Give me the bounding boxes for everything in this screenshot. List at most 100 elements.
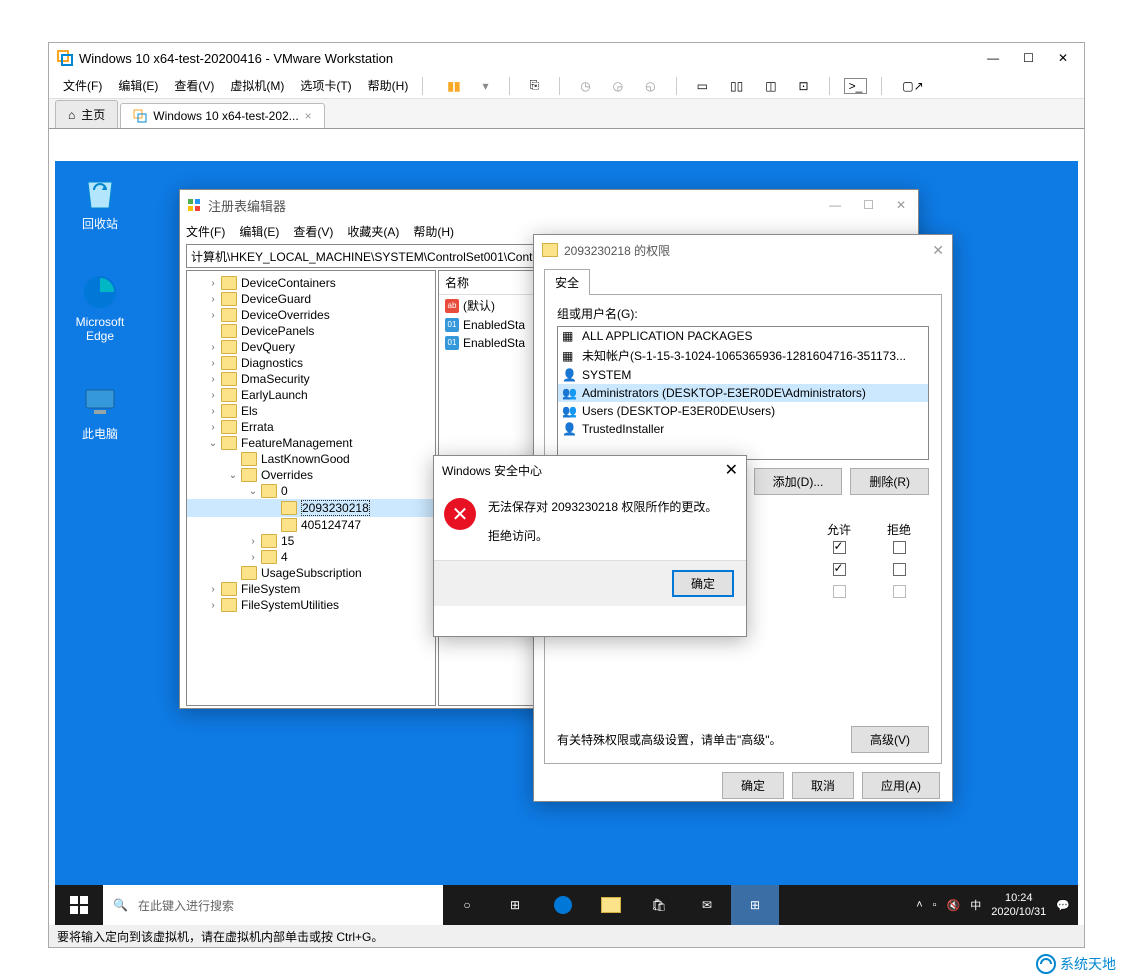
tree-node[interactable]: Errata: [241, 420, 274, 434]
tray-expand-icon[interactable]: ˄: [916, 899, 922, 911]
tree-node[interactable]: UsageSubscription: [261, 566, 362, 580]
task-regedit-icon[interactable]: ⊞: [731, 885, 779, 925]
regedit-menu-file[interactable]: 文件(F): [186, 223, 225, 240]
send-icon[interactable]: ⎘: [524, 76, 546, 95]
layout3-icon[interactable]: ◫: [759, 77, 782, 95]
vmware-titlebar: Windows 10 x64-test-20200416 - VMware Wo…: [49, 43, 1084, 73]
fullscreen-icon[interactable]: ▢↗: [896, 77, 929, 95]
taskbar: 🔍 在此键入进行搜索 ○ ⊞ 🛍 ✉ ⊞ ˄ ▫ 🔇 中 10:24 2020/…: [55, 885, 1078, 925]
vmware-status-text: 要将输入定向到该虚拟机，请在虚拟机内部单击或按 Ctrl+G。: [57, 928, 383, 945]
tree-node[interactable]: DeviceContainers: [241, 276, 336, 290]
tree-node-selected[interactable]: 2093230218: [301, 500, 370, 516]
revert-icon[interactable]: ◵: [639, 77, 661, 95]
dropdown-icon[interactable]: ▾: [477, 77, 495, 95]
task-mail-icon[interactable]: ✉: [683, 885, 731, 925]
tab-home[interactable]: ⌂ 主页: [55, 100, 118, 128]
tray-volume-icon[interactable]: 🔇: [947, 899, 961, 912]
tray-ime[interactable]: 中: [970, 897, 981, 913]
snapshot-icon[interactable]: ◷: [574, 77, 596, 95]
pause-icon[interactable]: ▮▮: [441, 77, 466, 95]
snapshot-mgr-icon[interactable]: ◶: [607, 77, 629, 95]
maximize-icon[interactable]: ☐: [1023, 51, 1034, 65]
tree-node[interactable]: FeatureManagement: [241, 436, 352, 450]
deny-checkbox[interactable]: [893, 563, 906, 576]
perm-group-item[interactable]: SYSTEM: [582, 368, 631, 382]
tree-node[interactable]: 405124747: [301, 518, 361, 532]
add-button[interactable]: 添加(D)...: [754, 468, 843, 495]
start-button[interactable]: [55, 885, 103, 925]
menu-view[interactable]: 查看(V): [168, 75, 220, 96]
tree-node[interactable]: DevicePanels: [241, 324, 314, 338]
allow-checkbox[interactable]: [833, 563, 846, 576]
menu-file[interactable]: 文件(F): [57, 75, 108, 96]
desktop-this-pc[interactable]: 此电脑: [65, 381, 135, 442]
regedit-menu-edit[interactable]: 编辑(E): [239, 223, 279, 240]
close-icon[interactable]: ✕: [1058, 51, 1068, 65]
menu-tabs[interactable]: 选项卡(T): [294, 75, 357, 96]
perm-group-item[interactable]: ALL APPLICATION PACKAGES: [582, 329, 753, 343]
menu-help[interactable]: 帮助(H): [362, 75, 415, 96]
value-row[interactable]: EnabledSta: [463, 318, 525, 332]
layout2-icon[interactable]: ▯▯: [724, 77, 749, 95]
tree-node[interactable]: Overrides: [261, 468, 313, 482]
tree-node[interactable]: FileSystem: [241, 582, 300, 596]
perm-group-item[interactable]: 未知帐户(S-1-15-3-1024-1065365936-1281604716…: [582, 347, 906, 364]
tree-node[interactable]: DmaSecurity: [241, 372, 310, 386]
desktop-edge[interactable]: Microsoft Edge: [65, 271, 135, 343]
tray-vmtools-icon[interactable]: ▫: [933, 899, 937, 911]
perm-group-item[interactable]: Users (DESKTOP-E3ER0DE\Users): [582, 404, 775, 418]
task-store-icon[interactable]: 🛍: [635, 885, 683, 925]
tree-node[interactable]: 15: [281, 534, 294, 548]
taskbar-search[interactable]: 🔍 在此键入进行搜索: [103, 885, 443, 925]
tree-node[interactable]: DeviceOverrides: [241, 308, 330, 322]
task-view-icon[interactable]: ⊞: [491, 885, 539, 925]
tree-node[interactable]: LastKnownGood: [261, 452, 350, 466]
deny-checkbox[interactable]: [893, 541, 906, 554]
minimize-icon[interactable]: —: [987, 51, 999, 65]
value-row[interactable]: EnabledSta: [463, 336, 525, 350]
tab-vm[interactable]: Windows 10 x64-test-202... ×: [120, 103, 324, 128]
regedit-minimize-icon[interactable]: —: [829, 198, 841, 212]
task-cortana-icon[interactable]: ○: [443, 885, 491, 925]
regedit-menu-fav[interactable]: 收藏夹(A): [347, 223, 399, 240]
tree-node[interactable]: Diagnostics: [241, 356, 303, 370]
msgbox-close-icon[interactable]: ✕: [725, 460, 738, 480]
tree-node[interactable]: 0: [281, 484, 288, 498]
tree-node[interactable]: 4: [281, 550, 288, 564]
tree-node[interactable]: Els: [241, 404, 258, 418]
perm-close-icon[interactable]: ✕: [932, 242, 944, 259]
regedit-tree[interactable]: ›DeviceContainers ›DeviceGuard ›DeviceOv…: [186, 270, 436, 706]
tab-close-icon[interactable]: ×: [305, 109, 312, 123]
perm-apply-button[interactable]: 应用(A): [862, 772, 940, 799]
task-explorer-icon[interactable]: [587, 885, 635, 925]
task-edge-icon[interactable]: [539, 885, 587, 925]
menu-vm[interactable]: 虚拟机(M): [224, 75, 290, 96]
layout1-icon[interactable]: ▭: [691, 77, 714, 95]
layout4-icon[interactable]: ⊡: [793, 77, 815, 95]
tree-node[interactable]: FileSystemUtilities: [241, 598, 339, 612]
desktop-recycle-bin[interactable]: 回收站: [65, 171, 135, 232]
perm-tab-security[interactable]: 安全: [544, 269, 590, 295]
msgbox-ok-button[interactable]: 确定: [672, 570, 734, 597]
regedit-close-icon[interactable]: ✕: [896, 198, 906, 212]
tree-node[interactable]: EarlyLaunch: [241, 388, 308, 402]
perm-group-list[interactable]: ▦ALL APPLICATION PACKAGES ▦未知帐户(S-1-15-3…: [557, 326, 929, 460]
tray-clock[interactable]: 10:24 2020/10/31: [991, 891, 1046, 920]
allow-checkbox[interactable]: [833, 541, 846, 554]
regedit-menu-view[interactable]: 查看(V): [293, 223, 333, 240]
perm-group-item-selected[interactable]: Administrators (DESKTOP-E3ER0DE\Administ…: [582, 386, 866, 400]
menu-edit[interactable]: 编辑(E): [112, 75, 164, 96]
console-icon[interactable]: >_: [844, 78, 868, 94]
perm-cancel-button[interactable]: 取消: [792, 772, 854, 799]
advanced-button[interactable]: 高级(V): [851, 726, 929, 753]
perm-groups-label: 组或用户名(G):: [557, 305, 929, 322]
remove-button[interactable]: 删除(R): [850, 468, 929, 495]
tree-node[interactable]: DevQuery: [241, 340, 295, 354]
regedit-menu-help[interactable]: 帮助(H): [413, 223, 454, 240]
tray-notifications-icon[interactable]: 💬: [1056, 899, 1070, 912]
tree-node[interactable]: DeviceGuard: [241, 292, 311, 306]
perm-ok-button[interactable]: 确定: [722, 772, 784, 799]
perm-group-item[interactable]: TrustedInstaller: [582, 422, 664, 436]
value-row[interactable]: (默认): [463, 297, 495, 314]
regedit-maximize-icon[interactable]: ☐: [863, 198, 874, 212]
